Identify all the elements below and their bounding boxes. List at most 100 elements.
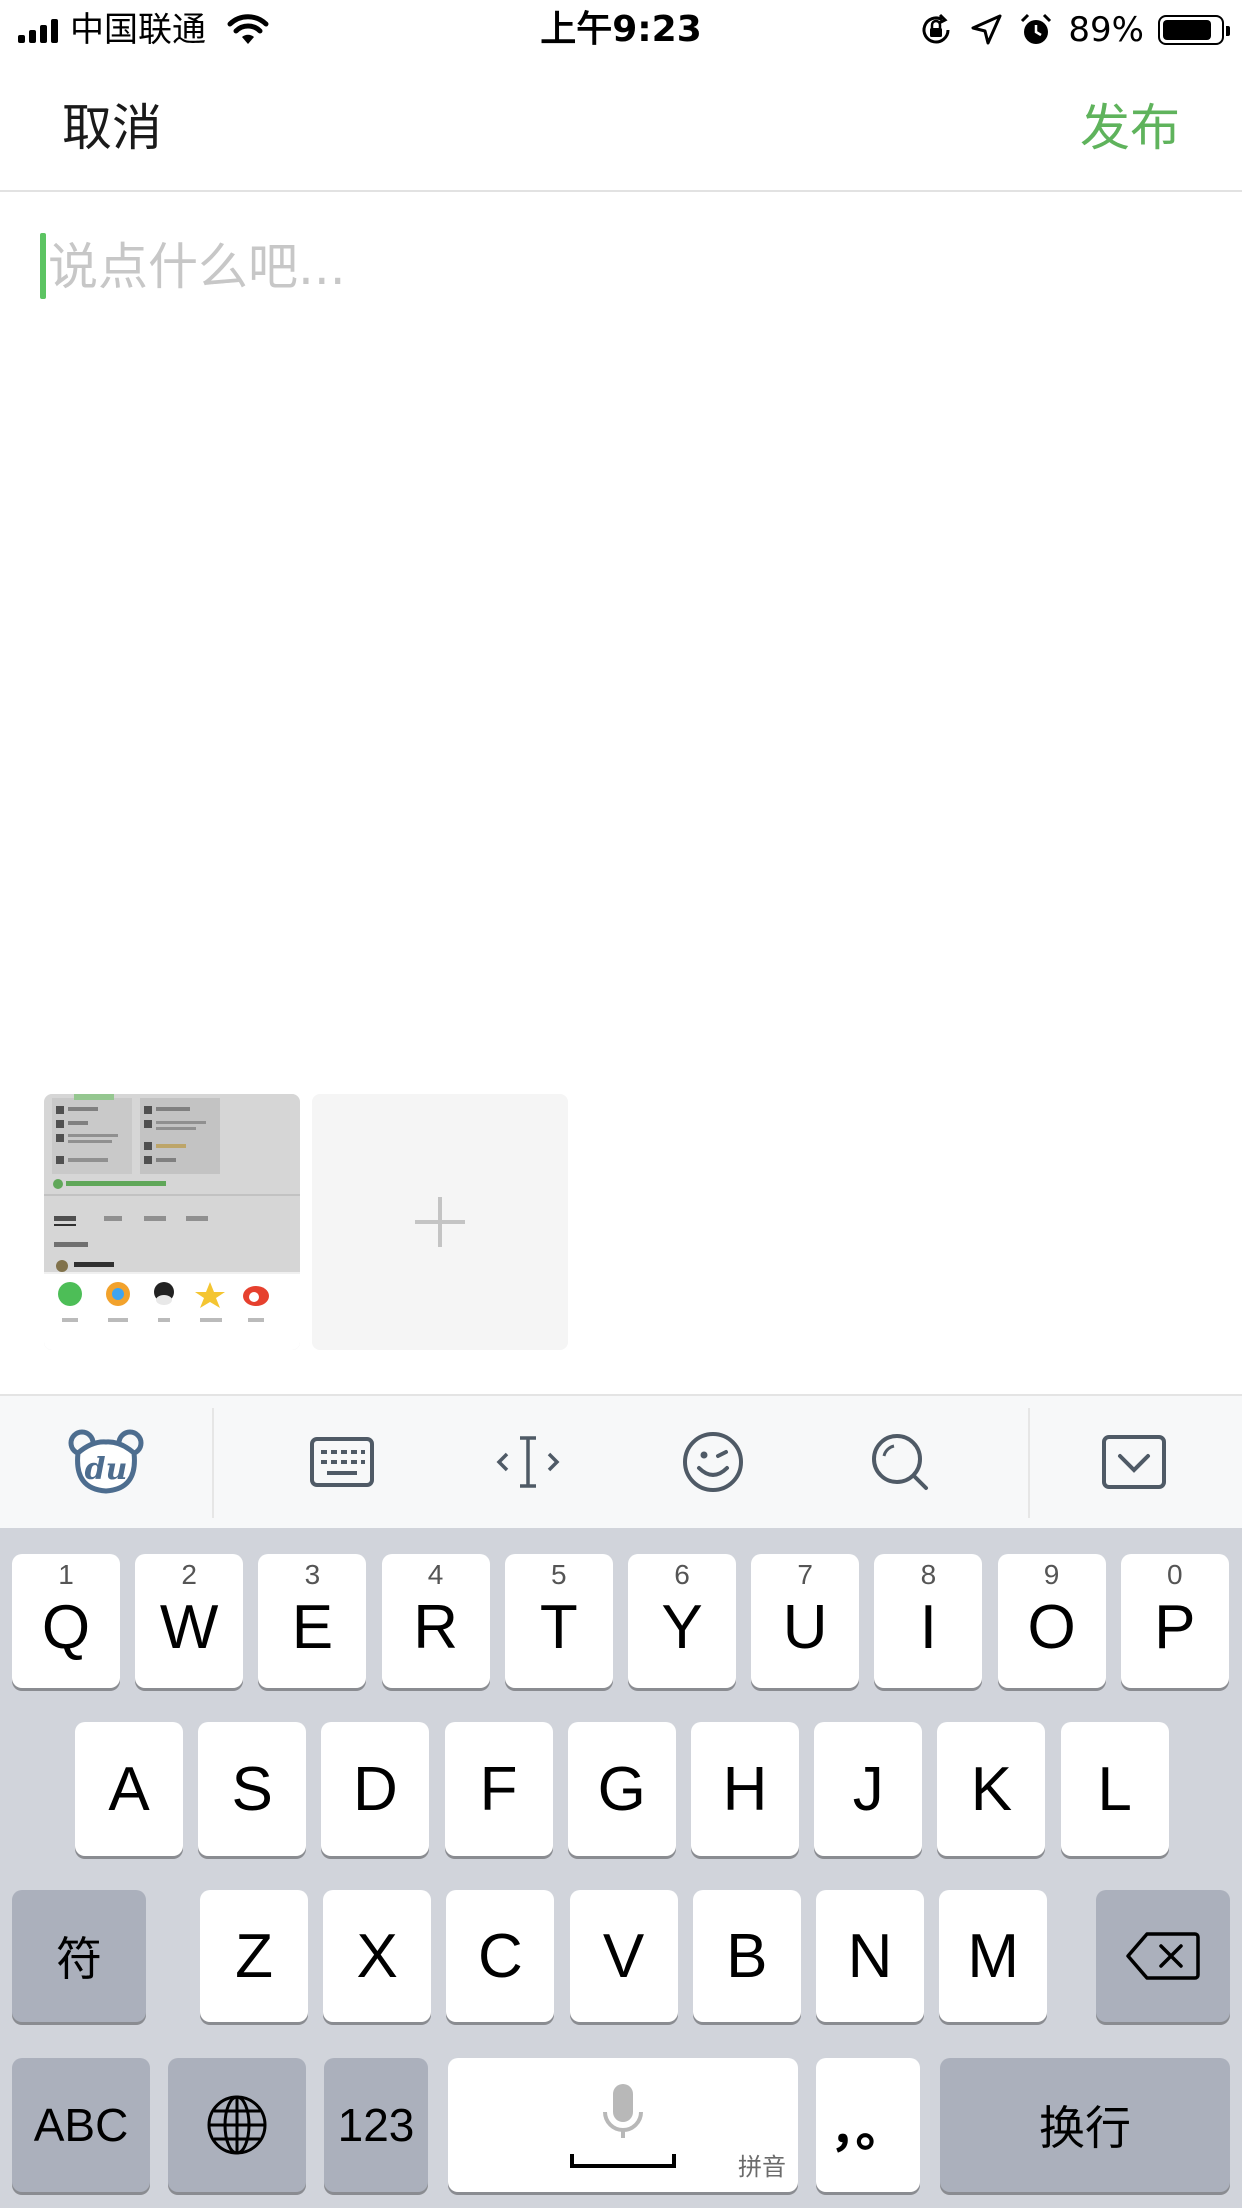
backspace-key[interactable] <box>1096 1890 1230 2022</box>
key-y[interactable]: 6Y <box>628 1554 736 1688</box>
key-number-hint: 6 <box>674 1559 690 1590</box>
screenshot-thumbnail <box>44 1094 300 1350</box>
key-r[interactable]: 4R <box>381 1554 490 1688</box>
key-k[interactable]: K <box>937 1722 1046 1856</box>
key-letter: C <box>478 1921 523 1991</box>
key-u[interactable]: 7U <box>751 1554 860 1688</box>
key-letter: X <box>356 1921 398 1991</box>
key-letter: D <box>353 1754 398 1824</box>
key-letter: J <box>852 1754 884 1824</box>
key-letter: L <box>1097 1754 1132 1824</box>
key-s[interactable]: S <box>198 1722 307 1856</box>
key-letter: S <box>231 1754 273 1824</box>
post-text-input[interactable]: 说点什么吧... <box>40 230 1200 310</box>
key-letter: W <box>159 1593 219 1662</box>
key-letter: I <box>919 1593 937 1662</box>
alarm-icon <box>1021 13 1052 44</box>
key-q[interactable]: 1Q <box>12 1554 120 1688</box>
keyboard-icon[interactable] <box>294 1414 390 1510</box>
punctuation-key-label: ，。 <box>830 2101 906 2157</box>
key-d[interactable]: D <box>321 1722 430 1856</box>
key-letter: P <box>1154 1593 1196 1662</box>
key-h[interactable]: H <box>691 1722 799 1856</box>
key-o[interactable]: 9O <box>997 1554 1106 1688</box>
key-v[interactable]: V <box>569 1890 678 2022</box>
return-key[interactable]: 换行 <box>940 2058 1230 2192</box>
svg-text:du: du <box>85 1452 128 1487</box>
add-image-button[interactable] <box>312 1094 568 1350</box>
collapse-keyboard-icon[interactable] <box>1086 1414 1182 1510</box>
key-w[interactable]: 2W <box>135 1554 244 1688</box>
text-caret <box>40 233 46 299</box>
space-bar-icon <box>570 2154 676 2168</box>
key-z[interactable]: Z <box>200 1890 308 2022</box>
key-letter: H <box>722 1754 768 1824</box>
abc-key[interactable]: ABC <box>12 2058 150 2192</box>
number-key[interactable]: 123 <box>324 2058 428 2192</box>
key-letter: Z <box>235 1921 273 1991</box>
key-letter: N <box>847 1921 893 1991</box>
key-n[interactable]: N <box>816 1890 924 2022</box>
key-letter: Q <box>41 1593 91 1662</box>
pinyin-label: 拼音 <box>738 2153 786 2181</box>
key-letter: U <box>782 1593 828 1662</box>
keyboard: 1Q2W3E4R5T6Y7U8I9O0P ASDFGHJKL ZXCVBNM 符… <box>0 1528 1242 2208</box>
key-number-hint: 8 <box>920 1559 937 1590</box>
key-number-hint: 0 <box>1167 1559 1183 1590</box>
post-placeholder: 说点什么吧... <box>48 238 346 296</box>
key-number-hint: 3 <box>304 1559 321 1590</box>
key-letter: E <box>291 1593 334 1662</box>
symbol-key-label: 符 <box>56 1933 102 1985</box>
cancel-button[interactable]: 取消 <box>62 98 162 158</box>
key-number-hint: 5 <box>551 1559 567 1590</box>
nav-bar: 取消 发布 <box>0 62 1242 192</box>
key-a[interactable]: A <box>75 1722 183 1856</box>
key-number-hint: 2 <box>181 1559 197 1590</box>
key-letter: T <box>539 1593 578 1662</box>
attached-image-thumbnail[interactable] <box>44 1094 300 1350</box>
abc-key-label: ABC <box>33 2099 129 2151</box>
space-key[interactable]: 拼音 <box>448 2058 798 2192</box>
backspace-icon <box>1126 1932 1200 1980</box>
symbol-key[interactable]: 符 <box>12 1890 146 2022</box>
key-c[interactable]: C <box>446 1890 555 2022</box>
key-letter: V <box>602 1921 645 1991</box>
key-letter: M <box>967 1921 1020 1991</box>
battery-icon <box>1158 15 1230 45</box>
key-letter: B <box>726 1921 768 1991</box>
key-e[interactable]: 3E <box>258 1554 367 1688</box>
key-letter: R <box>413 1593 458 1662</box>
key-g[interactable]: G <box>567 1722 676 1856</box>
number-key-label: 123 <box>337 2099 415 2151</box>
key-i[interactable]: 8I <box>874 1554 983 1688</box>
key-letter: Y <box>661 1593 703 1662</box>
du-bear-logo-icon[interactable]: du <box>58 1414 154 1510</box>
key-letter: K <box>970 1754 1013 1824</box>
orientation-lock-icon <box>922 13 950 44</box>
key-x[interactable]: X <box>323 1890 432 2022</box>
globe-key[interactable] <box>168 2058 306 2192</box>
emoji-icon[interactable] <box>665 1414 761 1510</box>
key-number-hint: 9 <box>1043 1559 1060 1590</box>
key-letter: A <box>108 1754 150 1824</box>
globe-icon <box>207 2095 267 2155</box>
key-j[interactable]: J <box>814 1722 923 1856</box>
return-key-label: 换行 <box>1039 2102 1131 2154</box>
key-number-hint: 4 <box>427 1559 444 1590</box>
key-b[interactable]: B <box>692 1890 801 2022</box>
punctuation-key[interactable]: ，。 <box>816 2058 920 2192</box>
key-letter: F <box>479 1754 518 1824</box>
key-t[interactable]: 5T <box>504 1554 613 1688</box>
key-l[interactable]: L <box>1060 1722 1169 1856</box>
publish-button[interactable]: 发布 <box>1080 98 1180 158</box>
key-m[interactable]: M <box>939 1890 1048 2022</box>
key-letter: O <box>1027 1593 1076 1662</box>
key-f[interactable]: F <box>444 1722 553 1856</box>
cursor-move-icon[interactable] <box>480 1414 576 1510</box>
key-p[interactable]: 0P <box>1120 1554 1229 1688</box>
search-icon[interactable] <box>852 1414 948 1510</box>
battery-percent: 89% <box>1068 10 1144 50</box>
key-number-hint: 7 <box>797 1559 813 1590</box>
location-icon <box>971 14 1002 45</box>
key-letter: G <box>597 1754 646 1824</box>
